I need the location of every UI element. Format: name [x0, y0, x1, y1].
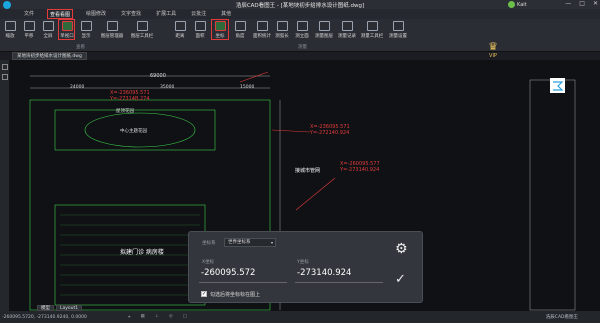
polar-icon[interactable]: ◎	[169, 314, 173, 320]
highlight-single-viewport	[58, 19, 75, 40]
group-label-view: 查看	[76, 45, 85, 50]
user-menu[interactable]: Kait	[508, 0, 527, 9]
select-tool-icon[interactable]	[1, 64, 8, 70]
maximize-button[interactable]: □	[579, 0, 585, 7]
label-pipe-network: 接城市管网	[295, 168, 321, 174]
snap-icon[interactable]: ⌖	[128, 314, 131, 320]
arc-length-button[interactable]: 测弧长	[274, 21, 290, 39]
zoom-icon	[4, 21, 16, 31]
measure-settings-button[interactable]: 测量设置	[388, 21, 408, 39]
leader-arrow-3	[295, 177, 336, 211]
gear-icon[interactable]: ⚙	[395, 241, 408, 257]
adjacent-plot	[529, 79, 576, 311]
red-coord-1: X=-236095.571 Y=-27314B.274	[110, 90, 150, 102]
leader-arrow-2	[271, 129, 311, 133]
coordinate-panel: 坐标系 世界坐标系 ▾ X坐标 Y坐标 -260095.572 -273140.…	[188, 231, 423, 303]
status-brand: 浩辰CAD看图王	[545, 315, 578, 320]
leader-arrow-1	[239, 71, 269, 83]
tab-draw-edit[interactable]: 绘图修改	[84, 9, 108, 19]
red-coord-3: X=-260095.577 Y=-273140.924	[340, 161, 380, 173]
pan-button[interactable]: 平移	[21, 21, 37, 39]
tab-other[interactable]: 其他	[219, 9, 233, 19]
group-label-measure: 测量	[298, 45, 307, 50]
ribbon: 缩放 平移 全屏 单视口 显示 图层管理器 图层工具栏 查看 距离 面积 坐标 …	[0, 19, 600, 59]
elevation-icon	[296, 21, 308, 31]
area-stats-icon	[256, 21, 268, 31]
label-center-garden: 中心主题花园	[120, 129, 147, 134]
chevron-down-icon: ▾	[270, 240, 273, 245]
confirm-check-icon[interactable]: ✓	[395, 272, 406, 287]
avatar	[508, 1, 515, 8]
checkbox-label: 勾选后将坐标标在图上	[210, 292, 261, 298]
angle-button[interactable]: 角度	[232, 21, 248, 39]
tab-view[interactable]: 查看看图	[47, 9, 74, 19]
arc-icon	[276, 21, 288, 31]
area-button[interactable]: 面积	[192, 21, 208, 39]
display-icon	[80, 21, 92, 31]
area-icon	[194, 21, 206, 31]
measure-layer-icon	[318, 21, 330, 31]
area-stats-button[interactable]: 面积统计	[252, 21, 272, 39]
red-coord-2: X=-236095.571 Y=-272140.924	[310, 124, 350, 136]
label-building: 拟建门诊 病房楼	[120, 249, 164, 256]
system-label: 坐标系	[202, 241, 216, 246]
status-bar: -260095.5720, -273140.9240, 0.0000 ⌖ ▦ ⊥…	[0, 311, 600, 323]
dim-sub-label-3: 15000	[240, 85, 255, 90]
tab-cloud-annotate[interactable]: 云批注	[189, 9, 208, 19]
fullscreen-button[interactable]: 全屏	[40, 21, 56, 39]
dim-top-label: 69000	[150, 73, 166, 79]
measure-layer-button[interactable]: 测量图层	[314, 21, 334, 39]
layer-manager-button[interactable]: 图层管理器	[99, 21, 125, 39]
x-underline	[199, 282, 287, 283]
ortho-icon[interactable]: ⊥	[155, 314, 159, 320]
grid-icon[interactable]: ▦	[141, 314, 145, 320]
document-tab[interactable]: 某地块初步给排水设计图纸.dwg	[12, 52, 87, 60]
distance-icon	[174, 21, 186, 31]
close-button[interactable]: ✕	[593, 0, 598, 7]
mark-on-drawing-checkbox[interactable]: ✓	[201, 291, 207, 297]
layers-icon	[106, 21, 118, 31]
y-value: -273140.924	[297, 268, 352, 278]
distance-button[interactable]: 距离	[172, 21, 188, 39]
left-toolbar	[0, 60, 10, 311]
measure-record-button[interactable]: 测量记录	[337, 21, 357, 39]
dim-sub-label-2: 35000	[160, 85, 175, 90]
fullscreen-icon	[42, 21, 54, 31]
angle-icon	[234, 21, 246, 31]
coord-system-select[interactable]: 世界坐标系 ▾	[224, 238, 276, 247]
layer-toolbar-button[interactable]: 图层工具栏	[129, 21, 155, 39]
title-bar: 浩辰CAD看图王 - [某地块初步给排水设计图纸.dwg] Kait — □ ✕	[0, 0, 600, 9]
crown-icon: ♛	[488, 40, 498, 53]
menu-bar: 文件 查看看图 绘图修改 文字查找 扩展工具 云批注 其他	[0, 9, 600, 19]
y-underline	[295, 282, 383, 283]
record-icon	[341, 21, 353, 31]
elevation-button[interactable]: 测立面	[294, 21, 310, 39]
snap-tool-icon[interactable]	[1, 74, 8, 80]
display-button[interactable]: 显示	[78, 21, 94, 39]
x-label: X坐标	[202, 260, 215, 265]
username: Kait	[517, 1, 527, 8]
toolbar-icon	[366, 21, 378, 31]
x-value: -260095.572	[201, 268, 256, 278]
cursor-coordinates: -260095.5720, -273140.9240, 0.0000	[2, 314, 87, 320]
app-badge-icon	[550, 78, 565, 93]
layer-toolbar-icon	[136, 21, 148, 31]
tab-file[interactable]: 文件	[22, 9, 36, 19]
osnap-icon[interactable]: □	[183, 314, 187, 320]
pan-icon	[23, 21, 35, 31]
tab-extensions[interactable]: 扩展工具	[154, 9, 178, 19]
tab-text-search[interactable]: 文字查找	[119, 9, 143, 19]
settings-icon	[392, 21, 404, 31]
minimize-button[interactable]: —	[565, 0, 571, 7]
highlight-coordinate	[211, 19, 229, 40]
label-roof-garden: 屋顶花园	[116, 109, 134, 114]
measure-toolbar-button[interactable]: 测量工具栏	[360, 21, 384, 39]
dim-sub-label-1: 24000	[70, 85, 85, 90]
y-label: Y坐标	[297, 260, 309, 265]
zoom-button[interactable]: 缩放	[2, 21, 18, 39]
